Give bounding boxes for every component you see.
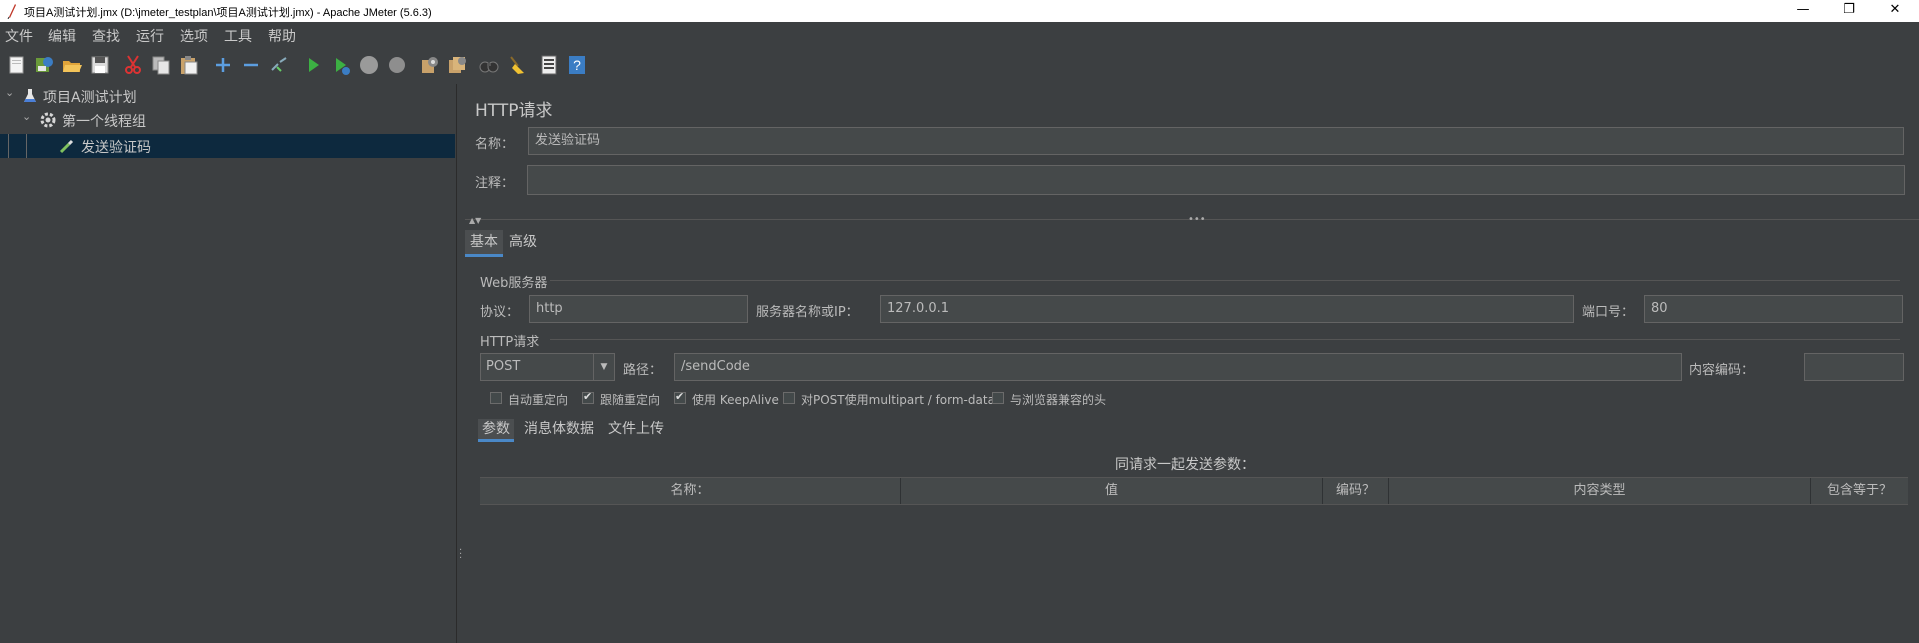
- server-label: 服务器名称或IP：: [756, 305, 859, 320]
- keepalive-label: 使用 KeepAlive: [692, 393, 779, 407]
- start-no-timers-icon[interactable]: [330, 54, 352, 76]
- chevron-down-icon[interactable]: ⌄: [22, 110, 31, 123]
- browser-headers-checkbox[interactable]: [992, 392, 1004, 404]
- open-icon[interactable]: [61, 54, 83, 76]
- menu-help[interactable]: 帮助: [268, 26, 296, 46]
- protocol-label: 协议：: [480, 305, 520, 320]
- function-helper-icon[interactable]: [538, 54, 560, 76]
- save-icon[interactable]: [89, 54, 111, 76]
- help-icon[interactable]: ?: [566, 54, 588, 76]
- column-header-value[interactable]: 值: [901, 478, 1323, 504]
- sampler-editor: HTTP请求 名称： 发送验证码 注释： ▲▼ ••• 基本 高级 Web服务器…: [465, 84, 1919, 643]
- multipart-label: 对POST使用multipart / form-data: [801, 393, 995, 407]
- new-icon[interactable]: [6, 54, 28, 76]
- auto-redirect-label: 自动重定向: [508, 393, 569, 407]
- params-table-caption: 同请求一起发送参数：: [1115, 457, 1255, 473]
- comment-label: 注释：: [475, 176, 515, 191]
- copy-icon[interactable]: [150, 54, 172, 76]
- toggle-icon[interactable]: [268, 54, 290, 76]
- follow-redirect-checkbox[interactable]: [582, 390, 594, 404]
- splitter-grip-icon: · · ·: [459, 545, 463, 564]
- multipart-checkbox[interactable]: [783, 392, 795, 404]
- search-icon[interactable]: [478, 54, 500, 76]
- menu-search[interactable]: 查找: [92, 26, 120, 46]
- clear-all-icon[interactable]: [446, 54, 468, 76]
- port-label: 端口号：: [1582, 305, 1635, 320]
- chevron-down-icon[interactable]: ⌄: [5, 86, 14, 99]
- thread-group-gear-icon: [40, 112, 56, 128]
- follow-redirect-label: 跟随重定向: [600, 393, 661, 407]
- port-field[interactable]: 80: [1644, 295, 1903, 323]
- maximize-button[interactable]: ❐: [1826, 0, 1872, 22]
- tree-item-label: 项目A测试计划: [43, 90, 137, 106]
- path-field[interactable]: /sendCode: [674, 353, 1682, 381]
- stop-icon[interactable]: [358, 54, 380, 76]
- cut-icon[interactable]: [122, 54, 144, 76]
- tab-files-upload[interactable]: 文件上传: [608, 419, 664, 439]
- window-title: 项目A测试计划.jmx (D:\jmeter_testplan\项目A测试计划.…: [24, 7, 432, 19]
- tab-parameters[interactable]: 参数: [478, 419, 514, 442]
- menu-run[interactable]: 运行: [136, 26, 164, 46]
- splitter-grip-icon[interactable]: •••: [1188, 214, 1206, 225]
- tree-item-http-sampler[interactable]: 发送验证码: [0, 134, 455, 158]
- auto-redirect-checkbox[interactable]: [490, 392, 502, 404]
- menu-options[interactable]: 选项: [180, 26, 208, 46]
- column-header-name[interactable]: 名称：: [480, 478, 901, 504]
- templates-icon[interactable]: [33, 54, 55, 76]
- http-sampler-pipette-icon: [59, 139, 74, 154]
- tab-basic[interactable]: 基本: [465, 230, 503, 257]
- window-titlebar: 项目A测试计划.jmx (D:\jmeter_testplan\项目A测试计划.…: [0, 0, 1919, 22]
- menu-tools[interactable]: 工具: [224, 26, 252, 46]
- column-header-encode[interactable]: 编码？: [1323, 478, 1389, 504]
- collapse-icon[interactable]: [240, 54, 262, 76]
- section-divider: [550, 339, 1900, 340]
- menu-edit[interactable]: 编辑: [48, 26, 76, 46]
- tree-item-label: 发送验证码: [81, 140, 151, 156]
- encoding-label: 内容编码：: [1689, 363, 1755, 378]
- expand-icon[interactable]: [212, 54, 234, 76]
- column-header-content-type[interactable]: 内容类型: [1389, 478, 1811, 504]
- minimize-button[interactable]: —: [1780, 0, 1826, 22]
- column-header-include-equals[interactable]: 包含等于？: [1811, 478, 1908, 504]
- protocol-field[interactable]: http: [529, 295, 748, 323]
- browser-headers-label: 与浏览器兼容的头: [1010, 393, 1107, 407]
- section-divider: [550, 280, 1900, 281]
- menu-bar: 文件 编辑 查找 运行 选项 工具 帮助: [0, 22, 1919, 46]
- section-web-server: Web服务器: [480, 276, 548, 291]
- params-table-header: 名称： 值 编码？ 内容类型 包含等于？: [480, 477, 1908, 505]
- page-title: HTTP请求: [475, 101, 553, 121]
- name-field[interactable]: 发送验证码: [528, 127, 1904, 155]
- method-value: POST: [486, 359, 521, 374]
- tree-guide-line: [26, 134, 27, 158]
- shutdown-icon[interactable]: [386, 54, 408, 76]
- svg-text:?: ?: [573, 57, 581, 73]
- method-select[interactable]: POST ▼: [480, 353, 615, 381]
- name-label: 名称：: [475, 137, 515, 152]
- toolbar: ?: [0, 48, 1919, 82]
- close-button[interactable]: ✕: [1872, 0, 1918, 22]
- jmeter-feather-icon: [7, 4, 16, 19]
- tree-guide-line: [8, 134, 9, 158]
- encoding-field[interactable]: [1804, 353, 1904, 381]
- reset-search-icon[interactable]: [506, 54, 528, 76]
- test-plan-tree: ⌄ 项目A测试计划 ⌄ 第一个线程组 发送验证码: [0, 84, 455, 643]
- splitter-arrows-icon[interactable]: ▲▼: [469, 216, 481, 225]
- clear-icon[interactable]: [418, 54, 440, 76]
- tree-item-test-plan[interactable]: ⌄ 项目A测试计划: [0, 84, 455, 108]
- paste-icon[interactable]: [178, 54, 200, 76]
- tree-item-label: 第一个线程组: [62, 114, 146, 130]
- test-plan-flask-icon: [24, 89, 36, 102]
- dropdown-arrow-icon[interactable]: ▼: [593, 354, 614, 380]
- tab-body-data[interactable]: 消息体数据: [524, 419, 594, 439]
- server-field[interactable]: 127.0.0.1: [880, 295, 1574, 323]
- path-label: 路径：: [623, 363, 663, 378]
- keepalive-checkbox[interactable]: [674, 390, 686, 404]
- tree-item-thread-group[interactable]: ⌄ 第一个线程组: [0, 108, 455, 132]
- tab-advanced[interactable]: 高级: [509, 230, 537, 254]
- section-http-request: HTTP请求: [480, 335, 540, 350]
- menu-file[interactable]: 文件: [5, 26, 33, 46]
- comment-field[interactable]: [527, 165, 1905, 195]
- start-icon[interactable]: [302, 54, 324, 76]
